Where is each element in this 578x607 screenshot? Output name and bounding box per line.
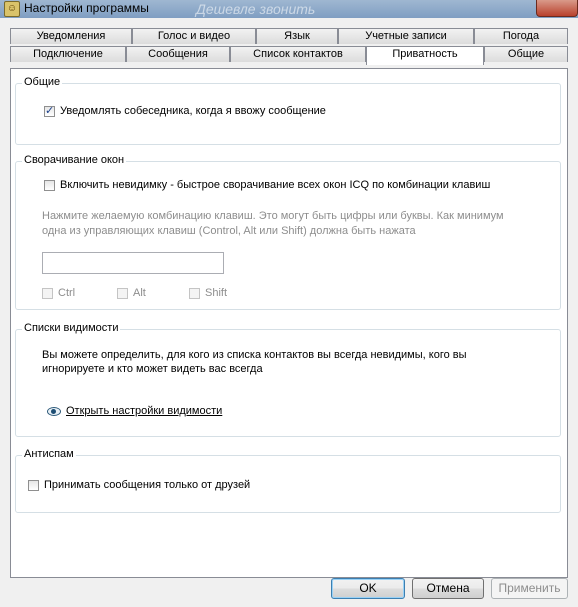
- group-visibility-label: Списки видимости: [22, 322, 121, 334]
- invisible-checkbox[interactable]: [44, 179, 55, 191]
- group-antispam: Антиспам Принимать сообщения только от д…: [15, 448, 561, 513]
- shortcut-hint-line1: Нажмите желаемую комбинацию клавиш. Это …: [42, 210, 504, 222]
- app-icon: ☺: [4, 1, 20, 17]
- tab-contact-list[interactable]: Список контактов: [230, 46, 366, 62]
- tab-voice-video[interactable]: Голос и видео: [132, 28, 256, 44]
- open-visibility-settings-link[interactable]: Открыть настройки видимости: [66, 404, 222, 419]
- visibility-text-line2: игнорируете и кто может видеть вас всегд…: [42, 363, 263, 375]
- alt-checkbox-row[interactable]: Alt: [117, 287, 146, 299]
- tab-notifications[interactable]: Уведомления: [10, 28, 132, 44]
- notify-typing-checkbox[interactable]: [44, 104, 55, 117]
- ok-button[interactable]: OK: [331, 578, 405, 599]
- ctrl-checkbox-row[interactable]: Ctrl: [42, 287, 75, 299]
- shift-checkbox[interactable]: [189, 287, 200, 299]
- friends-only-checkbox[interactable]: [28, 479, 39, 491]
- window-title: Настройки программы: [24, 1, 149, 15]
- eye-icon: [47, 407, 61, 416]
- ctrl-checkbox[interactable]: [42, 287, 53, 299]
- group-general: Общие Уведомлять собеседника, когда я вв…: [15, 76, 561, 145]
- shortcut-hint-line2: одна из управляющих клавиш (Control, Alt…: [42, 225, 416, 237]
- tab-privacy[interactable]: Приватность: [366, 46, 484, 65]
- tab-connection[interactable]: Подключение: [10, 46, 126, 62]
- tab-messages[interactable]: Сообщения: [126, 46, 230, 62]
- alt-checkbox[interactable]: [117, 287, 128, 299]
- tab-weather[interactable]: Погода: [474, 28, 568, 44]
- notify-typing-label: Уведомлять собеседника, когда я ввожу со…: [60, 105, 326, 117]
- ctrl-label: Ctrl: [58, 287, 76, 299]
- group-general-label: Общие: [22, 76, 63, 88]
- friends-only-label: Принимать сообщения только от друзей: [44, 479, 251, 491]
- friends-only-checkbox-row[interactable]: Принимать сообщения только от друзей: [28, 479, 250, 491]
- background-window-title: Дешевле звонить: [196, 1, 316, 17]
- apply-button[interactable]: Применить: [491, 578, 568, 599]
- group-antispam-label: Антиспам: [22, 448, 76, 460]
- shift-label: Shift: [205, 287, 228, 299]
- invisible-label: Включить невидимку - быстрое сворачивани…: [60, 179, 491, 191]
- shift-checkbox-row[interactable]: Shift: [189, 287, 227, 299]
- title-bar: ☺ Настройки программы Дешевле звонить: [0, 0, 578, 18]
- settings-dialog: Уведомления Голос и видео Язык Учетные з…: [0, 18, 578, 607]
- cancel-button[interactable]: Отмена: [412, 578, 484, 599]
- tab-accounts[interactable]: Учетные записи: [338, 28, 474, 44]
- invisible-checkbox-row[interactable]: Включить невидимку - быстрое сворачивани…: [44, 179, 490, 191]
- tab-language[interactable]: Язык: [256, 28, 338, 44]
- group-minimize-label: Сворачивание окон: [22, 154, 127, 166]
- group-minimize: Сворачивание окон Включить невидимку - б…: [15, 154, 561, 310]
- shortcut-input[interactable]: [42, 252, 224, 274]
- close-button[interactable]: [536, 0, 578, 17]
- tab-panel-privacy: Общие Уведомлять собеседника, когда я вв…: [10, 68, 568, 578]
- visibility-text-line1: Вы можете определить, для кого из списка…: [42, 349, 467, 361]
- alt-label: Alt: [133, 287, 146, 299]
- notify-typing-checkbox-row[interactable]: Уведомлять собеседника, когда я ввожу со…: [44, 104, 326, 117]
- tab-general[interactable]: Общие: [484, 46, 568, 62]
- tab-strip: Уведомления Голос и видео Язык Учетные з…: [10, 28, 568, 68]
- group-visibility: Списки видимости Вы можете определить, д…: [15, 322, 561, 437]
